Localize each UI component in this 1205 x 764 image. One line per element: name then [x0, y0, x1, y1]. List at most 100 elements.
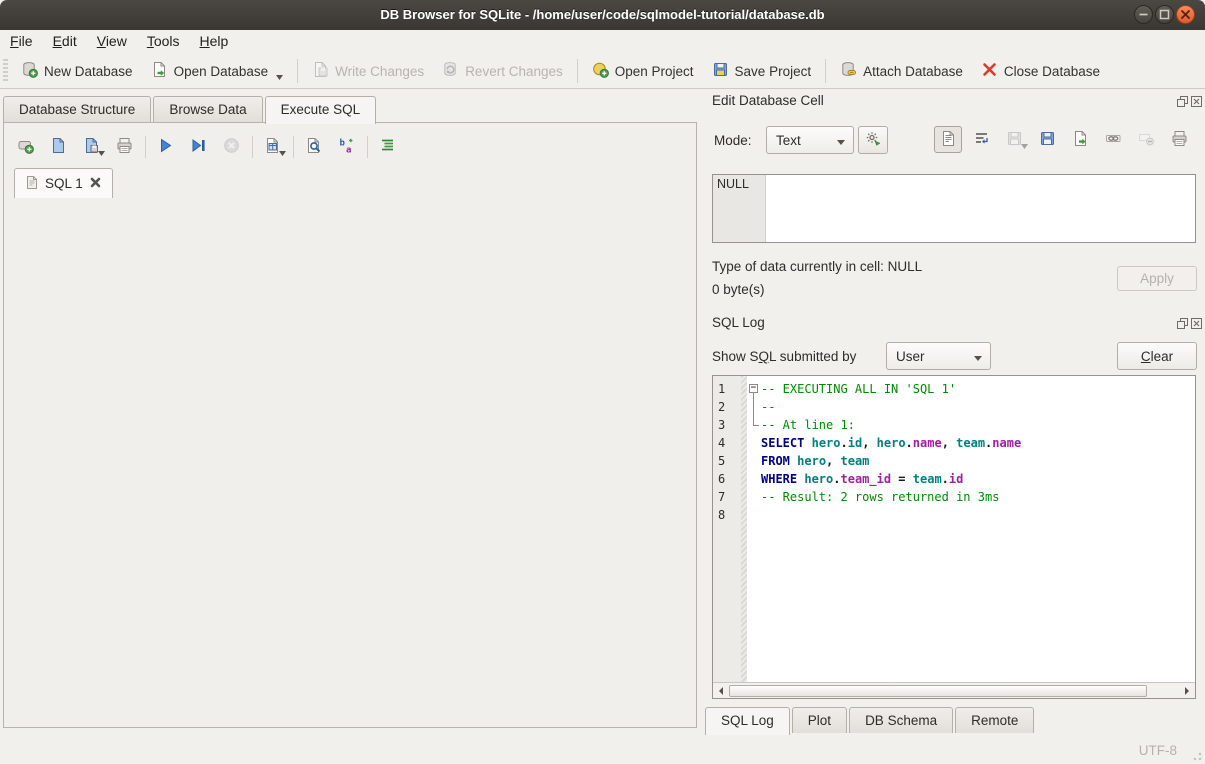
- attach-database-button[interactable]: Attach Database: [831, 57, 972, 85]
- bottom-tab-bar: SQL LogPlotDB SchemaRemote: [705, 707, 1036, 735]
- cell-value-editor[interactable]: NULL: [712, 174, 1196, 243]
- toolbar-label: Open Database: [174, 64, 269, 79]
- save-project-button[interactable]: Save Project: [703, 57, 821, 85]
- save-cell-button[interactable]: [1000, 126, 1028, 153]
- toolbar-grip[interactable]: [3, 59, 8, 83]
- toolbar-label: Save Project: [735, 64, 812, 79]
- stop-execution-button[interactable]: [218, 134, 244, 160]
- menu-view[interactable]: View: [87, 30, 137, 49]
- log-filter-label: Show SQL submitted by: [712, 349, 856, 364]
- log-filter-select[interactable]: User: [886, 342, 991, 370]
- sql-log-dock-icon[interactable]: [1177, 317, 1188, 332]
- log-line: FROM hero, team: [747, 452, 1195, 470]
- toolbar-label: Attach Database: [863, 64, 963, 79]
- chevron-down-icon: [837, 133, 845, 148]
- cell-size-info: 0 byte(s): [712, 282, 765, 297]
- open-sql-file-icon: [50, 137, 67, 157]
- toolbar-label: Open Project: [615, 64, 694, 79]
- bottom-tab-db-schema[interactable]: DB Schema: [849, 707, 953, 733]
- maximize-button[interactable]: [1155, 5, 1174, 24]
- new-database-button[interactable]: New Database: [12, 57, 142, 85]
- format-sql-button[interactable]: [374, 134, 400, 160]
- execute-current-line-button[interactable]: [185, 134, 211, 160]
- find-button[interactable]: [300, 134, 326, 160]
- print-cell-button[interactable]: [1165, 126, 1193, 153]
- apply-button[interactable]: Apply: [1117, 266, 1197, 291]
- copy-link-button[interactable]: [1099, 126, 1127, 153]
- scroll-right-icon[interactable]: [1179, 683, 1195, 698]
- auto-switch-mode-button[interactable]: [858, 126, 888, 154]
- chevron-down-icon[interactable]: [276, 68, 283, 83]
- import-cell-icon: [1039, 130, 1056, 150]
- open-sql-file-button[interactable]: [45, 134, 71, 160]
- text-mode-button[interactable]: [934, 126, 962, 153]
- edit-cell-close-icon[interactable]: [1191, 95, 1202, 110]
- menu-file[interactable]: File: [0, 30, 43, 49]
- sql-log-close-icon[interactable]: [1191, 317, 1202, 332]
- close-database-icon: [981, 61, 998, 81]
- minimize-button[interactable]: [1134, 5, 1153, 24]
- close-icon: [1177, 6, 1194, 23]
- save-project-icon: [712, 61, 729, 81]
- toolbar-label: Revert Changes: [465, 64, 563, 79]
- tab-database-structure[interactable]: Database Structure: [3, 96, 151, 122]
- line-number: 1: [713, 380, 741, 398]
- sql-tab[interactable]: SQL 1: [14, 168, 113, 198]
- save-sql-file-icon: [83, 137, 100, 157]
- menu-help[interactable]: Help: [190, 30, 239, 49]
- mode-label: Mode:: [714, 133, 752, 148]
- sql-log-view[interactable]: 12345678 −-- EXECUTING ALL IN 'SQL 1'---…: [712, 375, 1196, 699]
- fold-collapse-icon[interactable]: −: [749, 384, 758, 393]
- open-database-icon: [151, 61, 168, 81]
- resize-grip[interactable]: [1192, 751, 1202, 761]
- set-null-button[interactable]: [1132, 126, 1160, 153]
- bottom-tab-plot[interactable]: Plot: [792, 707, 847, 733]
- export-results-button[interactable]: [259, 134, 285, 160]
- clear-button[interactable]: Clear: [1117, 342, 1197, 370]
- print-sql-button[interactable]: [111, 134, 137, 160]
- sql-tab-close-icon[interactable]: [89, 176, 102, 192]
- cell-null-value: NULL: [713, 175, 766, 242]
- tab-execute-sql[interactable]: Execute SQL: [265, 96, 377, 124]
- toolbar-label: New Database: [44, 64, 133, 79]
- new-sql-tab-button[interactable]: [12, 134, 38, 160]
- new-sql-tab-icon: [17, 137, 34, 157]
- mode-select[interactable]: Text: [766, 126, 854, 154]
- line-number: 7: [713, 488, 741, 506]
- open-project-button[interactable]: Open Project: [583, 57, 703, 85]
- scrollbar-thumb[interactable]: [729, 685, 1147, 697]
- log-horizontal-scrollbar[interactable]: [713, 682, 1195, 698]
- text-mode-icon: [940, 130, 957, 150]
- menu-edit[interactable]: Edit: [43, 30, 87, 49]
- edit-cell-dock-icon[interactable]: [1177, 95, 1188, 110]
- close-database-button[interactable]: Close Database: [972, 57, 1109, 85]
- print-cell-icon: [1171, 130, 1188, 150]
- edit-cell-title: Edit Database Cell: [712, 93, 824, 108]
- sql-tab-label: SQL 1: [45, 176, 83, 191]
- revert-changes-button[interactable]: Revert Changes: [433, 57, 572, 85]
- find-replace-button[interactable]: ba: [333, 134, 359, 160]
- menu-tools[interactable]: Tools: [137, 30, 190, 49]
- close-button[interactable]: [1176, 5, 1195, 24]
- tab-browse-data[interactable]: Browse Data: [153, 96, 262, 122]
- word-wrap-button[interactable]: [967, 126, 995, 153]
- line-number: 4: [713, 434, 741, 452]
- set-null-icon: [1138, 130, 1155, 150]
- execute-all-button[interactable]: [152, 134, 178, 160]
- bottom-tab-remote[interactable]: Remote: [955, 707, 1034, 733]
- minimize-icon: [1135, 6, 1152, 23]
- write-changes-button[interactable]: Write Changes: [303, 57, 433, 85]
- scroll-left-icon[interactable]: [713, 683, 729, 698]
- new-database-icon: [21, 61, 38, 81]
- import-cell-button[interactable]: [1033, 126, 1061, 153]
- log-line: −-- EXECUTING ALL IN 'SQL 1': [747, 380, 1195, 398]
- export-cell-button[interactable]: [1066, 126, 1094, 153]
- log-line: SELECT hero.id, hero.name, team.name: [747, 434, 1195, 452]
- open-database-button[interactable]: Open Database: [142, 57, 293, 85]
- sql-file-icon: [25, 175, 39, 193]
- bottom-tab-sql-log[interactable]: SQL Log: [705, 707, 790, 735]
- save-sql-file-button[interactable]: [78, 134, 104, 160]
- toolbar-label: Write Changes: [335, 64, 424, 79]
- title-bar[interactable]: DB Browser for SQLite - /home/user/code/…: [0, 0, 1205, 31]
- svg-text:a: a: [346, 146, 351, 155]
